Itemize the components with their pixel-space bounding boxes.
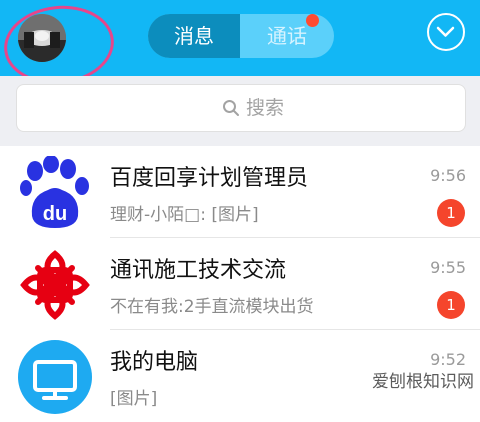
tab-calls[interactable]: 通话 bbox=[240, 14, 334, 58]
conversation-time: 9:56 bbox=[430, 166, 466, 185]
unread-badge: 1 bbox=[437, 291, 465, 319]
chevron-down-icon bbox=[436, 26, 455, 37]
baidu-paw-icon: du bbox=[20, 156, 89, 228]
conversation-preview: 理财-小陌□: [图片] bbox=[110, 205, 259, 225]
search-placeholder: 搜索 bbox=[246, 97, 285, 119]
conversation-time: 9:55 bbox=[430, 258, 466, 277]
unicom-knot-icon bbox=[20, 250, 90, 320]
tab-messages[interactable]: 消息 bbox=[148, 14, 240, 58]
calls-notification-dot bbox=[306, 14, 319, 27]
conversation-title: 我的电脑 bbox=[110, 350, 199, 375]
conversation-preview: 不在有我:2手直流模块出货 bbox=[110, 297, 314, 317]
menu-toggle-button[interactable] bbox=[427, 13, 465, 51]
conversation-item[interactable]: 通讯施工技术交流 不在有我:2手直流模块出货 9:55 1 bbox=[0, 238, 480, 330]
conversation-preview: [图片] bbox=[110, 389, 158, 409]
monitor-icon bbox=[18, 340, 92, 414]
search-icon bbox=[223, 100, 239, 116]
conversation-title: 通讯施工技术交流 bbox=[110, 258, 287, 283]
conversation-title: 百度回享计划管理员 bbox=[110, 166, 309, 191]
svg-text:du: du bbox=[43, 203, 67, 225]
unread-badge: 1 bbox=[437, 199, 465, 227]
watermark-text: 爱刨根知识网 bbox=[372, 372, 474, 392]
search-input[interactable]: 搜索 bbox=[16, 84, 466, 132]
conversation-item[interactable]: du 百度回享计划管理员 理财-小陌□: [图片] 9:56 1 bbox=[0, 146, 480, 238]
tab-switcher: 消息 通话 bbox=[148, 14, 334, 58]
